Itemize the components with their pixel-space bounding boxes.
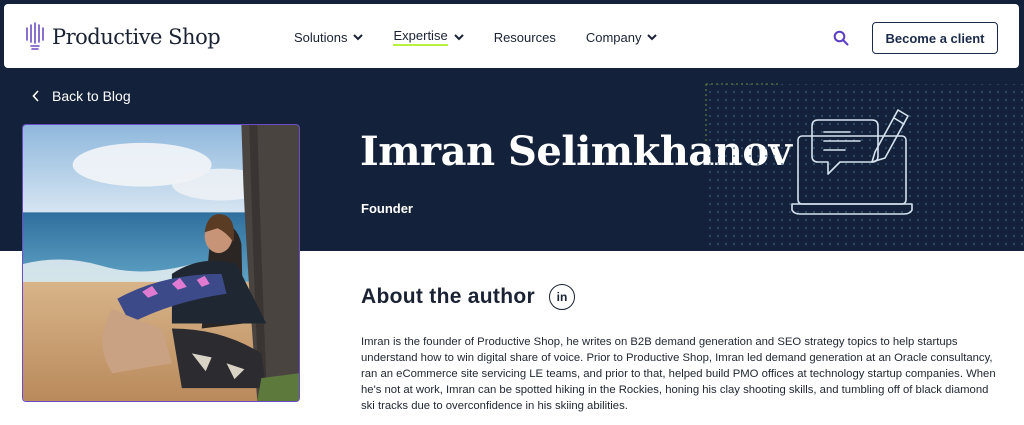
search-icon[interactable] — [833, 30, 849, 46]
nav-item-label: Solutions — [294, 29, 348, 45]
top-navbar: Productive Shop Solutions Expertise Reso… — [4, 4, 1019, 68]
back-link-label: Back to Blog — [52, 88, 131, 104]
chevron-left-icon — [32, 90, 39, 102]
main-nav: Solutions Expertise Resources Company — [294, 28, 687, 46]
become-client-button[interactable]: Become a client — [872, 22, 998, 54]
author-bio: Imran is the founder of Productive Shop,… — [361, 336, 996, 412]
lightbulb-icon — [26, 22, 44, 50]
nav-item-company[interactable]: Company — [586, 28, 658, 46]
brand-name: Productive Shop — [52, 25, 221, 49]
nav-item-resources[interactable]: Resources — [494, 28, 556, 46]
linkedin-icon[interactable]: in — [549, 284, 575, 310]
nav-item-expertise[interactable]: Expertise — [393, 28, 464, 46]
nav-item-label: Resources — [493, 29, 556, 45]
chevron-down-icon — [353, 33, 364, 40]
nav-item-label: Company — [585, 29, 642, 45]
author-role: Founder — [361, 201, 413, 216]
nav-item-label: Expertise — [393, 28, 448, 46]
brand-logo[interactable]: Productive Shop — [24, 22, 221, 52]
back-to-blog-link[interactable]: Back to Blog — [32, 88, 131, 104]
nav-item-solutions[interactable]: Solutions — [294, 28, 364, 46]
chevron-down-icon — [647, 33, 658, 40]
author-photo — [22, 124, 300, 402]
chevron-down-icon — [453, 33, 464, 40]
about-author-heading: About the author — [361, 285, 535, 308]
laptop-chat-illustration — [705, 83, 1024, 251]
